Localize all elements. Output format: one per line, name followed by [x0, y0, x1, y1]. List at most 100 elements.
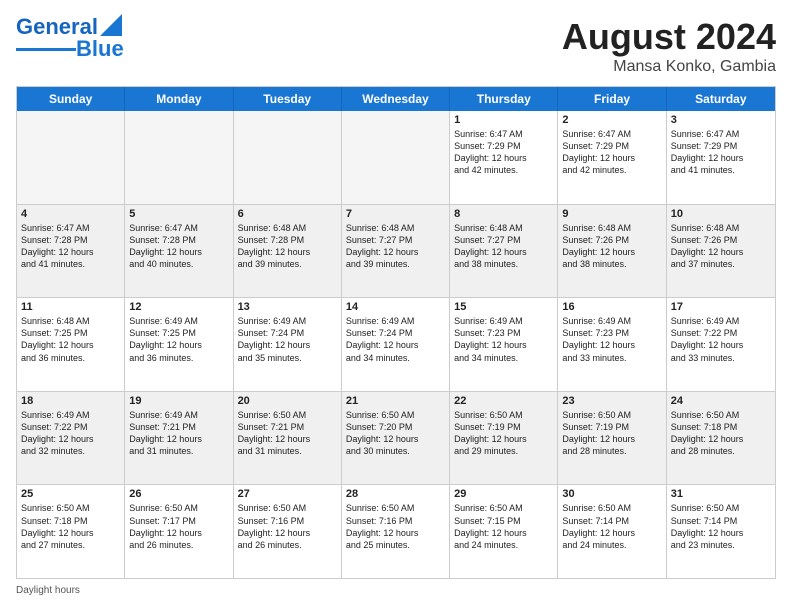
- cell-detail: Sunrise: 6:50 AM Sunset: 7:15 PM Dayligh…: [454, 502, 553, 551]
- day-number: 12: [129, 301, 228, 313]
- day-number: 3: [671, 114, 771, 126]
- cal-cell-1-1: 5 Sunrise: 6:47 AM Sunset: 7:28 PM Daylig…: [125, 205, 233, 298]
- cell-detail: Sunrise: 6:50 AM Sunset: 7:17 PM Dayligh…: [129, 502, 228, 551]
- day-number: 18: [21, 395, 120, 407]
- day-number: 25: [21, 488, 120, 500]
- day-number: 31: [671, 488, 771, 500]
- day-number: 23: [562, 395, 661, 407]
- day-number: 19: [129, 395, 228, 407]
- cal-cell-4-2: 27Sunrise: 6:50 AM Sunset: 7:16 PM Dayli…: [234, 485, 342, 578]
- cell-detail: Sunrise: 6:49 AM Sunset: 7:24 PM Dayligh…: [238, 315, 337, 364]
- cell-detail: Sunrise: 6:48 AM Sunset: 7:25 PM Dayligh…: [21, 315, 120, 364]
- day-number: 1: [454, 114, 553, 126]
- cell-detail: Sunrise: 6:50 AM Sunset: 7:16 PM Dayligh…: [346, 502, 445, 551]
- cal-cell-0-3: [342, 111, 450, 204]
- cal-cell-1-2: 6Sunrise: 6:48 AM Sunset: 7:28 PM Daylig…: [234, 205, 342, 298]
- cell-detail: Sunrise: 6:49 AM Sunset: 7:24 PM Dayligh…: [346, 315, 445, 364]
- header-tuesday: Tuesday: [234, 87, 342, 111]
- cal-cell-3-2: 20Sunrise: 6:50 AM Sunset: 7:21 PM Dayli…: [234, 392, 342, 485]
- cell-detail: Sunrise: 6:50 AM Sunset: 7:16 PM Dayligh…: [238, 502, 337, 551]
- day-number: 10: [671, 208, 771, 220]
- logo-triangle-icon: [100, 14, 122, 36]
- daylight-label: Daylight hours: [16, 585, 80, 596]
- day-number: 4: [21, 208, 120, 220]
- day-number: 28: [346, 488, 445, 500]
- footer: Daylight hours: [16, 585, 776, 596]
- day-number: 29: [454, 488, 553, 500]
- cell-detail: Sunrise: 6:47 AM Sunset: 7:29 PM Dayligh…: [562, 128, 661, 177]
- day-number: 7: [346, 208, 445, 220]
- cal-cell-2-2: 13 Sunrise: 6:49 AM Sunset: 7:24 PM Dayli…: [234, 298, 342, 391]
- cell-detail: Sunrise: 6:49 AM Sunset: 7:21 PM Dayligh…: [129, 409, 228, 458]
- day-number: 9: [562, 208, 661, 220]
- cal-cell-3-4: 22Sunrise: 6:50 AM Sunset: 7:19 PM Dayli…: [450, 392, 558, 485]
- cal-cell-2-3: 14 Sunrise: 6:49 AM Sunset: 7:24 PM Dayli…: [342, 298, 450, 391]
- day-number: 15: [454, 301, 553, 313]
- header-friday: Friday: [558, 87, 666, 111]
- day-number: 30: [562, 488, 661, 500]
- cell-detail: Sunrise: 6:49 AM Sunset: 7:23 PM Dayligh…: [562, 315, 661, 364]
- cell-detail: Sunrise: 6:50 AM Sunset: 7:18 PM Dayligh…: [671, 409, 771, 458]
- cal-cell-1-0: 4 Sunrise: 6:47 AM Sunset: 7:28 PM Daylig…: [17, 205, 125, 298]
- day-number: 11: [21, 301, 120, 313]
- cell-detail: Sunrise: 6:50 AM Sunset: 7:20 PM Dayligh…: [346, 409, 445, 458]
- cell-detail: Sunrise: 6:47 AM Sunset: 7:28 PM Dayligh…: [21, 222, 120, 271]
- cal-cell-3-3: 21 Sunrise: 6:50 AM Sunset: 7:20 PM Dayli…: [342, 392, 450, 485]
- day-number: 17: [671, 301, 771, 313]
- logo-line-icon: [16, 47, 76, 52]
- cell-detail: Sunrise: 6:49 AM Sunset: 7:23 PM Dayligh…: [454, 315, 553, 364]
- cell-detail: Sunrise: 6:48 AM Sunset: 7:27 PM Dayligh…: [346, 222, 445, 271]
- cal-row-1: 4 Sunrise: 6:47 AM Sunset: 7:28 PM Daylig…: [17, 204, 775, 298]
- cal-cell-2-6: 17 Sunrise: 6:49 AM Sunset: 7:22 PM Dayli…: [667, 298, 775, 391]
- logo: General Blue: [16, 16, 124, 60]
- cal-cell-4-6: 31 Sunrise: 6:50 AM Sunset: 7:14 PM Dayli…: [667, 485, 775, 578]
- header-monday: Monday: [125, 87, 233, 111]
- day-number: 22: [454, 395, 553, 407]
- header: General Blue August 2024 Mansa Konko, Ga…: [16, 16, 776, 76]
- cell-detail: Sunrise: 6:49 AM Sunset: 7:22 PM Dayligh…: [21, 409, 120, 458]
- day-number: 20: [238, 395, 337, 407]
- cell-detail: Sunrise: 6:49 AM Sunset: 7:25 PM Dayligh…: [129, 315, 228, 364]
- calendar-header: Sunday Monday Tuesday Wednesday Thursday…: [17, 87, 775, 111]
- cal-cell-4-4: 29 Sunrise: 6:50 AM Sunset: 7:15 PM Dayli…: [450, 485, 558, 578]
- cal-cell-3-5: 23 Sunrise: 6:50 AM Sunset: 7:19 PM Dayli…: [558, 392, 666, 485]
- page: General Blue August 2024 Mansa Konko, Ga…: [0, 0, 792, 612]
- cal-cell-4-3: 28 Sunrise: 6:50 AM Sunset: 7:16 PM Dayli…: [342, 485, 450, 578]
- day-number: 21: [346, 395, 445, 407]
- cell-detail: Sunrise: 6:50 AM Sunset: 7:18 PM Dayligh…: [21, 502, 120, 551]
- cell-detail: Sunrise: 6:48 AM Sunset: 7:28 PM Dayligh…: [238, 222, 337, 271]
- cal-cell-3-0: 18 Sunrise: 6:49 AM Sunset: 7:22 PM Dayli…: [17, 392, 125, 485]
- header-sunday: Sunday: [17, 87, 125, 111]
- day-number: 5: [129, 208, 228, 220]
- day-number: 26: [129, 488, 228, 500]
- location-title: Mansa Konko, Gambia: [562, 58, 776, 76]
- cell-detail: Sunrise: 6:47 AM Sunset: 7:29 PM Dayligh…: [671, 128, 771, 177]
- cell-detail: Sunrise: 6:48 AM Sunset: 7:26 PM Dayligh…: [562, 222, 661, 271]
- cell-detail: Sunrise: 6:48 AM Sunset: 7:26 PM Dayligh…: [671, 222, 771, 271]
- day-number: 8: [454, 208, 553, 220]
- day-number: 14: [346, 301, 445, 313]
- cell-detail: Sunrise: 6:50 AM Sunset: 7:14 PM Dayligh…: [671, 502, 771, 551]
- cal-cell-1-5: 9 Sunrise: 6:48 AM Sunset: 7:26 PM Daylig…: [558, 205, 666, 298]
- title-block: August 2024 Mansa Konko, Gambia: [562, 16, 776, 76]
- cal-cell-4-1: 26 Sunrise: 6:50 AM Sunset: 7:17 PM Dayli…: [125, 485, 233, 578]
- calendar-body: 1 Sunrise: 6:47 AM Sunset: 7:29 PM Daylig…: [17, 111, 775, 578]
- cell-detail: Sunrise: 6:47 AM Sunset: 7:28 PM Dayligh…: [129, 222, 228, 271]
- cell-detail: Sunrise: 6:50 AM Sunset: 7:14 PM Dayligh…: [562, 502, 661, 551]
- logo-blue-text: Blue: [76, 38, 124, 60]
- cell-detail: Sunrise: 6:49 AM Sunset: 7:22 PM Dayligh…: [671, 315, 771, 364]
- cal-row-3: 18 Sunrise: 6:49 AM Sunset: 7:22 PM Dayli…: [17, 391, 775, 485]
- cal-cell-0-1: [125, 111, 233, 204]
- cal-cell-2-0: 11 Sunrise: 6:48 AM Sunset: 7:25 PM Dayli…: [17, 298, 125, 391]
- cell-detail: Sunrise: 6:50 AM Sunset: 7:19 PM Dayligh…: [562, 409, 661, 458]
- cal-cell-0-4: 1Sunrise: 6:47 AM Sunset: 7:29 PM Daylig…: [450, 111, 558, 204]
- day-number: 13: [238, 301, 337, 313]
- cal-cell-0-5: 2 Sunrise: 6:47 AM Sunset: 7:29 PM Daylig…: [558, 111, 666, 204]
- cal-row-4: 25 Sunrise: 6:50 AM Sunset: 7:18 PM Dayli…: [17, 484, 775, 578]
- cal-cell-4-5: 30 Sunrise: 6:50 AM Sunset: 7:14 PM Dayli…: [558, 485, 666, 578]
- cal-cell-2-1: 12 Sunrise: 6:49 AM Sunset: 7:25 PM Dayli…: [125, 298, 233, 391]
- cal-cell-0-2: [234, 111, 342, 204]
- cell-detail: Sunrise: 6:48 AM Sunset: 7:27 PM Dayligh…: [454, 222, 553, 271]
- day-number: 16: [562, 301, 661, 313]
- day-number: 2: [562, 114, 661, 126]
